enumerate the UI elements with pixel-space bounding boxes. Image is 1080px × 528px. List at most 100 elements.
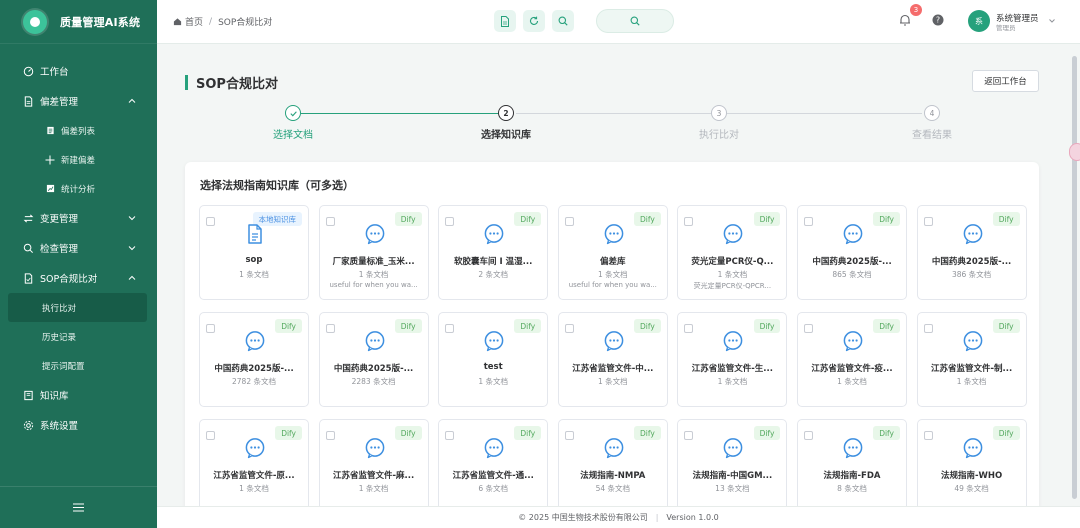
sidebar-item-label: 偏差管理 [40, 97, 79, 108]
document-count: 13 条文档 [715, 484, 750, 493]
knowledge-base-card[interactable]: Dify 法规指南-WHO 49 条文档 [916, 419, 1027, 512]
sidebar-item-execute-compare[interactable]: 执行比对 [8, 293, 147, 322]
chat-icon [483, 437, 505, 459]
breadcrumb-current: SOP合规比对 [218, 18, 273, 28]
select-checkbox[interactable] [684, 324, 694, 333]
knowledge-base-card[interactable]: Dify 法规指南-中国GM... 13 条文档 [677, 419, 788, 512]
select-checkbox[interactable] [445, 217, 455, 226]
page-heading: SOP合规比对 [185, 73, 278, 92]
sidebar-collapse-button[interactable] [0, 486, 157, 528]
knowledge-base-card[interactable]: Dify 中国药典2025版-... 2283 条文档 [318, 312, 429, 407]
select-checkbox[interactable] [923, 217, 933, 226]
knowledge-base-card[interactable]: Dify 江苏省监管文件-疫... 1 条文档 [797, 312, 907, 407]
sidebar-item-settings[interactable]: 系统设置 [0, 410, 157, 440]
document-tool-button[interactable] [494, 10, 516, 32]
version-text: Version 1.0.0 [666, 513, 719, 522]
document-count: 1 条文档 [956, 377, 987, 386]
sidebar-item-history[interactable]: 历史记录 [0, 322, 157, 351]
knowledge-base-card[interactable]: Dify 中国药典2025版-... 386 条文档 [916, 205, 1027, 300]
document-count: 1 条文档 [717, 377, 748, 386]
sidebar-item-knowledge[interactable]: 知识库 [0, 380, 157, 410]
select-checkbox[interactable] [325, 324, 335, 333]
knowledge-base-card[interactable]: Dify 厂家质量标准_玉米... 1 条文档 useful for when you… [318, 205, 429, 300]
knowledge-base-card[interactable]: Dify 法规指南-FDA 8 条文档 [797, 419, 907, 512]
source-tag: Dify [394, 319, 422, 333]
chat-icon [244, 330, 266, 352]
select-checkbox[interactable] [923, 324, 933, 333]
knowledge-base-card[interactable]: Dify 偏差库 1 条文档 useful for when you wa... [557, 205, 668, 300]
select-checkbox[interactable] [325, 217, 335, 226]
select-checkbox[interactable] [206, 324, 215, 333]
sidebar-item-new-deviation[interactable]: 新建偏差 [0, 145, 157, 174]
global-search-input[interactable] [596, 9, 674, 33]
select-checkbox[interactable] [923, 431, 933, 440]
sidebar-item-dashboard[interactable]: 工作台 [0, 56, 157, 86]
bell-icon[interactable] [898, 13, 912, 27]
knowledge-base-card[interactable]: Dify 江苏省监管文件-麻... 1 条文档 [318, 419, 429, 512]
help-icon[interactable]: ? [932, 14, 944, 26]
top-header: 首页 / SOP合规比对 3 ? 系 系统管理员 管理员 [157, 0, 1080, 44]
knowledge-base-card[interactable]: Dify test 1 条文档 [438, 312, 549, 407]
knowledge-base-name: 软胶囊车间 I 温湿... [454, 257, 533, 267]
source-tag: Dify [275, 426, 302, 440]
knowledge-base-card[interactable]: Dify 江苏省监管文件-原... 1 条文档 [199, 419, 309, 512]
select-checkbox[interactable] [445, 431, 455, 440]
refresh-button[interactable] [523, 10, 545, 32]
user-role: 管理员 [996, 24, 1016, 32]
select-checkbox[interactable] [804, 324, 813, 333]
select-checkbox[interactable] [684, 431, 694, 440]
sidebar-item-inspection[interactable]: 检查管理 [0, 233, 157, 263]
select-checkbox[interactable] [564, 217, 574, 226]
document-count: 1 条文档 [358, 484, 389, 493]
knowledge-base-card[interactable]: Dify 法规指南-NMPA 54 条文档 [557, 419, 668, 512]
knowledge-base-name: 中国药典2025版-... [214, 364, 294, 374]
sidebar-item-prompt-config[interactable]: 提示词配置 [0, 351, 157, 380]
knowledge-base-card[interactable]: Dify 江苏省监管文件-制... 1 条文档 [916, 312, 1027, 407]
knowledge-base-name: sop [245, 255, 263, 265]
select-checkbox[interactable] [804, 431, 813, 440]
sidebar-item-statistics[interactable]: 统计分析 [0, 174, 157, 203]
sidebar: 质量管理AI系统 工作台 偏差管理 偏差列表 新建偏差 统计分析 变更管理 检查… [0, 0, 157, 528]
select-checkbox[interactable] [206, 217, 215, 226]
select-checkbox[interactable] [684, 217, 694, 226]
knowledge-base-card[interactable]: Dify 江苏省监管文件-通... 6 条文档 [438, 419, 549, 512]
select-checkbox[interactable] [564, 431, 574, 440]
knowledge-base-card[interactable]: Dify 江苏省监管文件-生... 1 条文档 [677, 312, 788, 407]
plus-icon [45, 155, 55, 165]
back-to-dashboard-button[interactable]: 返回工作台 [972, 70, 1039, 92]
sidebar-item-deviation[interactable]: 偏差管理 [0, 86, 157, 116]
knowledge-base-name: 荧光定量PCR仪-Q... [691, 257, 774, 267]
book-icon [22, 389, 34, 401]
document-count: 1 条文档 [837, 377, 867, 386]
search-tool-button[interactable] [552, 10, 574, 32]
sidebar-item-sop-compare[interactable]: SOP合规比对 [0, 263, 157, 293]
knowledge-base-card[interactable]: Dify 江苏省监管文件-中... 1 条文档 [557, 312, 668, 407]
knowledge-base-name: 中国药典2025版-... [812, 257, 892, 267]
source-tag: Dify [873, 426, 900, 440]
knowledge-base-card[interactable]: Dify 软胶囊车间 I 温湿... 2 条文档 [438, 205, 549, 300]
refresh-icon [530, 16, 539, 25]
sidebar-item-label: 检查管理 [40, 244, 79, 255]
chart-icon [45, 184, 55, 194]
chevron-down-icon[interactable] [1048, 17, 1056, 25]
knowledge-base-card[interactable]: Dify 中国药典2025版-... 2782 条文档 [199, 312, 309, 407]
document-count: 865 条文档 [832, 270, 872, 279]
floating-assistant-icon[interactable] [1069, 143, 1080, 161]
source-tag: Dify [753, 212, 781, 226]
select-checkbox[interactable] [804, 217, 813, 226]
knowledge-base-card[interactable]: 本地知识库 sop 1 条文档 [199, 205, 309, 300]
breadcrumb-home[interactable]: 首页 [185, 15, 203, 28]
knowledge-base-card[interactable]: Dify 中国药典2025版-... 865 条文档 [797, 205, 907, 300]
sidebar-item-deviation-list[interactable]: 偏差列表 [0, 116, 157, 145]
sidebar-item-label: 执行比对 [42, 303, 77, 314]
source-tag: Dify [633, 212, 661, 226]
select-checkbox[interactable] [445, 324, 455, 333]
select-checkbox[interactable] [325, 431, 335, 440]
scrollbar-thumb[interactable] [1072, 56, 1077, 499]
select-checkbox[interactable] [206, 431, 215, 440]
document-count: 1 条文档 [358, 270, 389, 279]
knowledge-base-card[interactable]: Dify 荧光定量PCR仪-Q... 1 条文档 荧光定量PCR仪-QPCR... [677, 205, 788, 300]
avatar[interactable]: 系 [968, 10, 990, 32]
sidebar-item-change[interactable]: 变更管理 [0, 203, 157, 233]
select-checkbox[interactable] [564, 324, 574, 333]
